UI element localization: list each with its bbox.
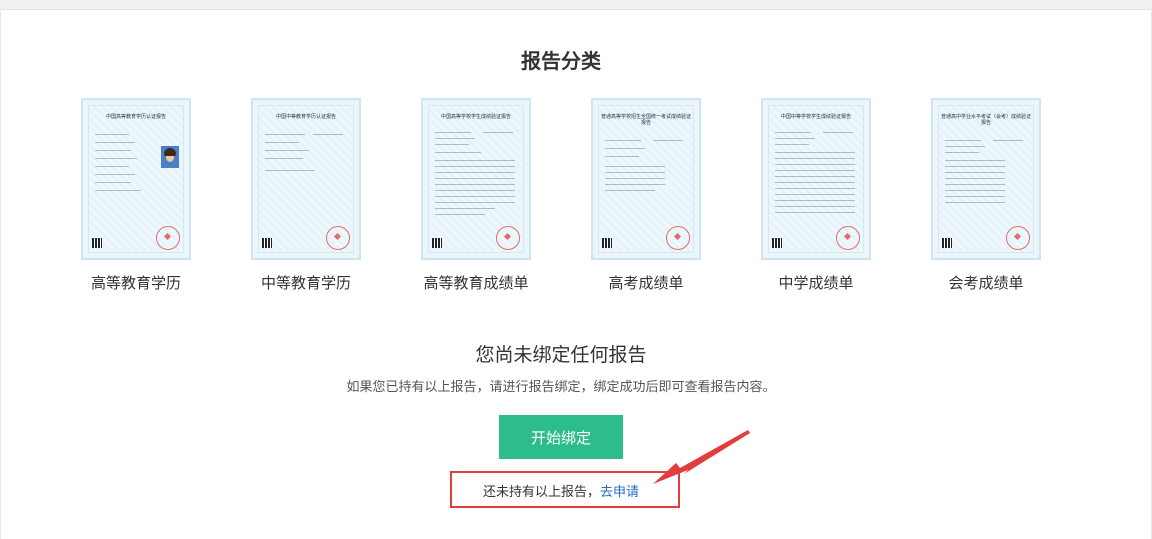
- start-binding-button[interactable]: 开始绑定: [499, 415, 623, 459]
- category-label: 高等教育学历: [90, 274, 181, 292]
- certificate-title: 普通高等学校招生全国统一考试成绩验证报告: [601, 114, 692, 126]
- certificate-thumbnail: 中国高等学校学生成绩验证报告: [421, 98, 531, 260]
- qr-code-icon: [262, 238, 272, 248]
- qr-code-icon: [602, 238, 612, 248]
- qr-code-icon: [942, 238, 952, 248]
- certificate-title: 中国中等学校学生成绩验证报告: [780, 114, 851, 120]
- seal-stamp-icon: [666, 226, 690, 250]
- photo-icon: [161, 146, 179, 168]
- category-label: 会考成绩单: [948, 274, 1024, 292]
- certificate-title: 普通高中学业水平考试（会考）成绩验证报告: [941, 114, 1032, 126]
- category-label: 中学成绩单: [778, 274, 854, 292]
- seal-stamp-icon: [326, 226, 350, 250]
- empty-state-description: 如果您已持有以上报告，请进行报告绑定，绑定成功后即可查看报告内容。: [346, 380, 776, 395]
- category-card-gaokao-transcript[interactable]: 普通高等学校招生全国统一考试成绩验证报告 高考成绩单: [561, 98, 731, 293]
- category-card-huikao-transcript[interactable]: 普通高中学业水平考试（会考）成绩验证报告 会考成绩单: [901, 98, 1071, 293]
- category-card-secondary-edu-degree[interactable]: 中国中等教育学历认证报告 中等教育学历: [221, 98, 391, 293]
- certificate-thumbnail: 普通高等学校招生全国统一考试成绩验证报告: [591, 98, 701, 260]
- category-label: 高等教育成绩单: [423, 274, 529, 292]
- qr-code-icon: [92, 238, 102, 248]
- certificate-title: 中国高等教育学历认证报告: [105, 114, 166, 120]
- content-border-left: [0, 9, 1, 539]
- category-card-middle-school-transcript[interactable]: 中国中等学校学生成绩验证报告 中学成绩单: [731, 98, 901, 293]
- seal-stamp-icon: [156, 226, 180, 250]
- certificate-thumbnail: 普通高中学业水平考试（会考）成绩验证报告: [931, 98, 1041, 260]
- no-report-text: 还未持有以上报告，: [482, 485, 600, 500]
- seal-stamp-icon: [1006, 226, 1030, 250]
- seal-stamp-icon: [496, 226, 520, 250]
- certificate-title: 中国中等教育学历认证报告: [275, 114, 336, 120]
- category-label: 高考成绩单: [608, 274, 684, 292]
- category-card-higher-edu-degree[interactable]: 中国高等教育学历认证报告 高等教育学历: [51, 98, 221, 293]
- category-card-higher-edu-transcript[interactable]: 中国高等学校学生成绩验证报告 高等教育成绩单: [391, 98, 561, 293]
- apply-link[interactable]: 去申请: [600, 485, 639, 500]
- certificate-title: 中国高等学校学生成绩验证报告: [440, 114, 511, 120]
- no-report-prompt: 还未持有以上报告，去申请: [0, 481, 1122, 500]
- qr-code-icon: [772, 238, 782, 248]
- certificate-thumbnail: 中国高等教育学历认证报告: [81, 98, 191, 260]
- seal-stamp-icon: [836, 226, 860, 250]
- page-title: 报告分类: [521, 49, 601, 73]
- top-bar: [0, 0, 1152, 10]
- qr-code-icon: [432, 238, 442, 248]
- certificate-thumbnail: 中国中等学校学生成绩验证报告: [761, 98, 871, 260]
- empty-state-title: 您尚未绑定任何报告: [475, 344, 647, 366]
- category-label: 中等教育学历: [260, 274, 351, 292]
- certificate-thumbnail: 中国中等教育学历认证报告: [251, 98, 361, 260]
